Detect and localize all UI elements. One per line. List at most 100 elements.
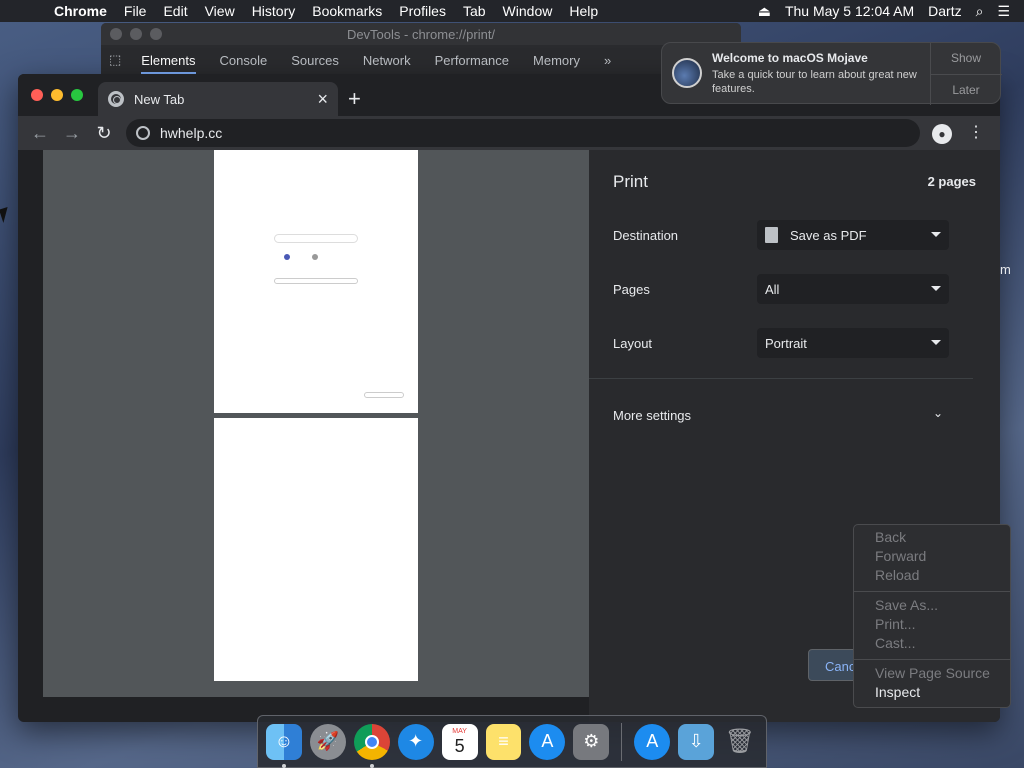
chrome-icon[interactable] — [353, 723, 390, 768]
pages-select[interactable]: All — [757, 274, 949, 304]
menu-bookmarks[interactable]: Bookmarks — [312, 3, 382, 19]
tab-title: New Tab — [134, 91, 185, 107]
notification-body: Take a quick tour to learn about great n… — [712, 69, 917, 95]
devtools-tab-performance[interactable]: Performance — [435, 53, 509, 68]
print-preview — [43, 150, 589, 697]
minimize-window-icon[interactable] — [51, 89, 63, 101]
downloads-folder-icon[interactable]: ⇩ — [678, 723, 715, 760]
pages-value: All — [765, 281, 780, 297]
close-window-icon[interactable] — [31, 89, 43, 101]
menu-kebab-icon[interactable]: ⋮ — [968, 122, 984, 142]
chevron-down-icon — [931, 232, 941, 237]
profile-icon[interactable]: ● — [932, 124, 952, 144]
ctx-forward[interactable]: Forward — [854, 548, 1010, 567]
preview-shortcut-icon — [284, 254, 290, 260]
devtools-tabs: ⬚ Elements Console Sources Network Perfo… — [101, 45, 741, 75]
notes-icon[interactable]: ≡ — [485, 723, 522, 760]
devtools-titlebar: DevTools - chrome://print/ — [101, 23, 741, 45]
launchpad-icon[interactable]: 🚀 — [309, 723, 346, 760]
devtools-tab-network[interactable]: Network — [363, 53, 411, 68]
zoom-window-icon[interactable] — [71, 89, 83, 101]
devtools-window: DevTools - chrome://print/ ⬚ Elements Co… — [101, 23, 741, 75]
inspect-element-icon[interactable]: ⬚ — [109, 52, 121, 68]
chevron-down-icon — [931, 286, 941, 291]
layout-label: Layout — [613, 336, 653, 351]
devtools-more-tabs[interactable]: » — [604, 53, 611, 68]
more-settings-toggle[interactable]: More settings — [613, 408, 691, 423]
ctx-separator — [854, 659, 1010, 660]
print-title: Print — [613, 172, 648, 191]
back-icon[interactable]: ← — [28, 123, 52, 144]
forward-icon[interactable]: → — [60, 123, 84, 144]
devtools-title: DevTools - chrome://print/ — [346, 26, 496, 42]
app-store-icon[interactable]: A — [529, 723, 566, 760]
app-store-download-icon[interactable]: A — [634, 723, 671, 760]
menu-window[interactable]: Window — [503, 3, 553, 19]
preview-page-1[interactable] — [214, 150, 418, 413]
devtools-tab-sources[interactable]: Sources — [291, 53, 339, 68]
safari-icon[interactable]: ✦ — [397, 723, 434, 760]
reload-icon[interactable]: ↻ — [92, 123, 116, 144]
ctx-separator — [854, 591, 1010, 592]
mojave-notification[interactable]: Welcome to macOS Mojave Take a quick tou… — [661, 42, 1002, 105]
calendar-icon[interactable]: MAY 5 — [441, 723, 478, 760]
menu-view[interactable]: View — [205, 3, 235, 19]
calendar-day: 5 — [454, 736, 465, 756]
menubar-clock[interactable]: Thu May 5 12:04 AM — [785, 3, 914, 19]
destination-select[interactable]: Save as PDF — [757, 220, 949, 250]
finder-icon[interactable]: ☺ — [266, 723, 302, 768]
trash-icon[interactable]: 🗑 — [722, 724, 758, 760]
notification-later-button[interactable]: Later — [930, 83, 1002, 97]
ctx-save-as[interactable]: Save As... — [854, 597, 1010, 616]
devtools-tab-console[interactable]: Console — [220, 53, 268, 68]
menu-tab[interactable]: Tab — [463, 3, 486, 19]
browser-toolbar: ← → ↻ hwhelp.cc ● ⋮ — [18, 116, 1000, 150]
url-text: hwhelp.cc — [160, 125, 223, 141]
notification-divider — [930, 74, 1002, 75]
notification-title: Welcome to macOS Mojave — [712, 51, 868, 65]
ctx-inspect[interactable]: Inspect — [854, 684, 1010, 703]
devtools-tab-memory[interactable]: Memory — [533, 53, 580, 68]
chrome-favicon-icon — [108, 91, 124, 107]
ctx-cast[interactable]: Cast... — [854, 635, 1010, 654]
notification-show-button[interactable]: Show — [930, 51, 1002, 65]
menu-app-name[interactable]: Chrome — [54, 3, 107, 19]
globe-icon — [136, 126, 150, 140]
chevron-down-icon — [931, 340, 941, 345]
menu-help[interactable]: Help — [569, 3, 598, 19]
address-bar[interactable]: hwhelp.cc — [126, 119, 920, 147]
eject-icon[interactable]: ⏏ — [758, 3, 771, 20]
close-tab-icon[interactable]: × — [317, 89, 328, 110]
running-indicator — [369, 763, 374, 768]
preview-search-box — [274, 234, 358, 243]
menu-history[interactable]: History — [252, 3, 296, 19]
background-window-text: m — [1000, 262, 1011, 277]
dock-divider — [621, 722, 623, 761]
ctx-print[interactable]: Print... — [854, 616, 1010, 635]
menu-bar: Chrome File Edit View History Bookmarks … — [0, 0, 1024, 22]
ctx-reload[interactable]: Reload — [854, 567, 1010, 586]
preview-banner — [274, 278, 358, 284]
new-tab-icon[interactable]: + — [348, 86, 361, 112]
spotlight-icon[interactable]: ⌕ — [976, 3, 984, 20]
ctx-back[interactable]: Back — [854, 529, 1010, 548]
menu-edit[interactable]: Edit — [163, 3, 187, 19]
menubar-user[interactable]: Dartz — [928, 3, 961, 19]
notification-center-icon[interactable]: ☰ — [997, 3, 1010, 20]
preview-shortcut-icon — [312, 254, 318, 260]
running-indicator — [282, 763, 286, 768]
preview-page-2[interactable] — [214, 418, 418, 681]
destination-label: Destination — [613, 228, 679, 243]
chevron-down-icon[interactable]: ⌄ — [933, 406, 943, 420]
browser-tab[interactable]: New Tab × — [98, 82, 338, 116]
layout-select[interactable]: Portrait — [757, 328, 949, 358]
menu-profiles[interactable]: Profiles — [399, 3, 446, 19]
destination-value: Save as PDF — [790, 227, 867, 243]
context-menu: Back Forward Reload Save As... Print... … — [853, 524, 1011, 708]
dock: ☺ 🚀 ✦ MAY 5 ≡ A ⚙ A ⇩ 🗑 — [257, 715, 767, 768]
system-preferences-icon[interactable]: ⚙ — [573, 723, 610, 760]
ctx-view-source[interactable]: View Page Source — [854, 665, 1010, 684]
menu-file[interactable]: File — [124, 3, 147, 19]
devtools-tab-elements[interactable]: Elements — [141, 53, 196, 74]
calendar-month: MAY — [452, 728, 467, 735]
